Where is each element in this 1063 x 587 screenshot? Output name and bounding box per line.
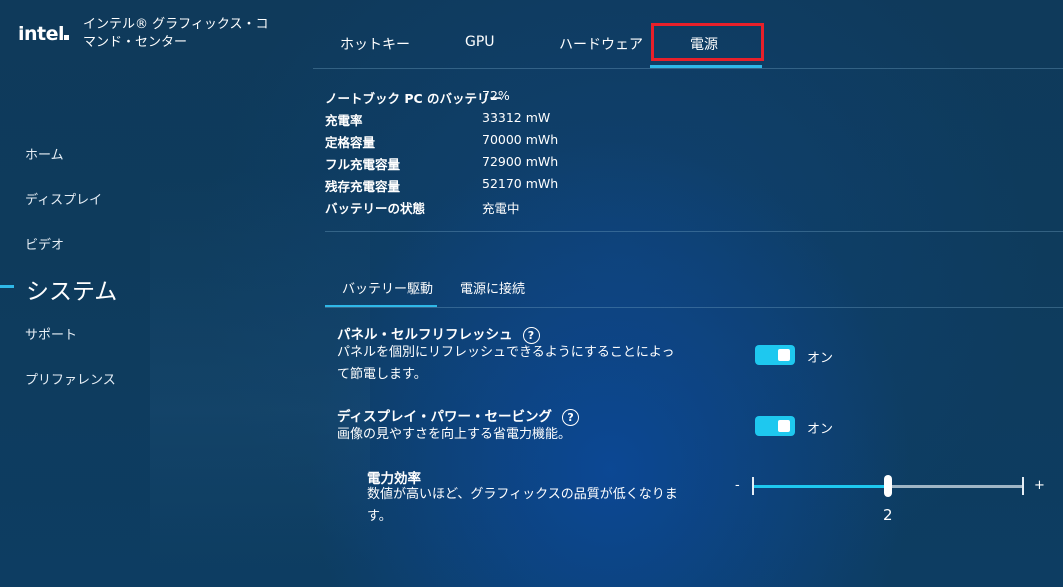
subtab-divider [325, 307, 1063, 308]
sidebar-item-home[interactable]: ホーム [25, 144, 64, 163]
sidebar-item-display[interactable]: ディスプレイ [25, 189, 102, 208]
subtab-plugged-in[interactable]: 電源に接続 [460, 278, 525, 297]
slider-max-tick [1022, 477, 1024, 495]
section-divider [325, 231, 1063, 232]
power-efficiency-value: 2 [883, 506, 893, 524]
power-efficiency-slider[interactable] [752, 475, 1024, 497]
remaining-capacity-label: 残存充電容量 [325, 179, 401, 194]
tab-hotkeys[interactable]: ホットキー [340, 34, 410, 54]
slider-thumb[interactable] [884, 475, 892, 497]
charge-rate-value: 33312 mW [482, 110, 551, 125]
sidebar-item-preferences[interactable]: プリファレンス [25, 369, 116, 388]
battery-status-value: 充電中 [482, 201, 520, 216]
active-nav-indicator [0, 285, 14, 288]
design-capacity-label: 定格容量 [325, 135, 376, 150]
toggle-knob [778, 420, 790, 432]
intel-logo: intel [18, 23, 70, 45]
panel-self-refresh-toggle[interactable] [755, 345, 795, 365]
display-power-saving-title: ディスプレイ・パワー・セービング? [337, 405, 580, 426]
tab-gpu[interactable]: GPU [465, 34, 495, 50]
slider-min-tick [752, 477, 754, 495]
panel-self-refresh-title: パネル・セルフリフレッシュ? [337, 323, 540, 344]
help-icon[interactable]: ? [522, 326, 540, 344]
subtab-on-battery[interactable]: バッテリー駆動 [342, 278, 433, 297]
tab-hardware[interactable]: ハードウェア [559, 34, 643, 54]
battery-level-value: 72% [482, 88, 510, 103]
battery-level-label: ノートブック PC のバッテリー [325, 91, 503, 106]
description-line: 数値が高いほど、グラフィックスの品質が低くなりま [367, 487, 678, 502]
toggle-knob [778, 349, 790, 361]
app-brand: intel インテル® グラフィックス・コマンド・センター [18, 16, 278, 52]
remaining-capacity-value: 52170 mWh [482, 176, 559, 191]
charge-rate-label: 充電率 [325, 113, 363, 128]
app-title: インテル® グラフィックス・コマンド・センター [83, 17, 269, 50]
display-power-saving-description: 画像の見やすさを向上する省電力機能。 [337, 427, 572, 442]
highlight-box [651, 23, 764, 61]
display-power-saving-toggle[interactable] [755, 416, 795, 436]
description-line: て節電します。 [337, 367, 427, 382]
slider-fill [752, 485, 888, 488]
battery-status-label: バッテリーの状態 [325, 201, 426, 216]
description-line: パネルを個別にリフレッシュできるようにすることによっ [337, 345, 675, 360]
full-charge-capacity-value: 72900 mWh [482, 154, 559, 169]
slider-increase-button[interactable]: + [1034, 478, 1045, 493]
help-icon[interactable]: ? [562, 408, 580, 426]
full-charge-capacity-label: フル充電容量 [325, 157, 401, 172]
power-efficiency-description: 数値が高いほど、グラフィックスの品質が低くなりま す。 [367, 484, 678, 528]
display-power-saving-title-text: ディスプレイ・パワー・セービング [337, 409, 553, 425]
description-line: す。 [367, 509, 392, 524]
panel-self-refresh-title-text: パネル・セルフリフレッシュ [337, 327, 513, 343]
design-capacity-value: 70000 mWh [482, 132, 559, 147]
sidebar-item-system[interactable]: システム [26, 272, 117, 306]
active-tab-underline [650, 65, 762, 68]
sidebar-item-support[interactable]: サポート [25, 324, 77, 343]
slider-decrease-button[interactable]: - [735, 478, 740, 493]
display-power-saving-toggle-label: オン [807, 422, 834, 437]
panel-self-refresh-description: パネルを個別にリフレッシュできるようにすることによっ て節電します。 [337, 342, 674, 386]
sidebar-item-video[interactable]: ビデオ [25, 234, 64, 253]
panel-self-refresh-toggle-label: オン [807, 351, 834, 366]
